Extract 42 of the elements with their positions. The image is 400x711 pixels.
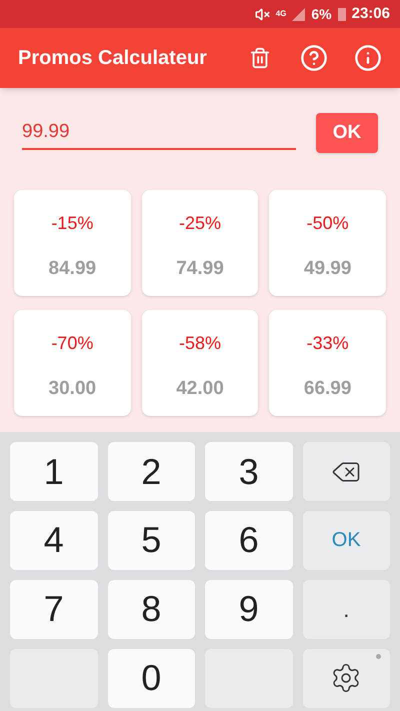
discounted-price: 66.99 [304,377,352,401]
discount-card[interactable]: -70% 30.00 [14,310,131,416]
discount-percent: -58% [178,332,221,355]
digit-key[interactable]: 1 [10,442,98,501]
price-field[interactable]: 99.99 [22,116,296,150]
discount-card[interactable]: -15% 84.99 [14,190,131,296]
digit-key[interactable]: 6 [205,510,292,570]
discount-percent: -50% [306,212,349,235]
app-title: Promos Calculateur [18,46,208,71]
discount-percent: -33% [306,332,349,355]
discount-percent: -15% [51,212,94,235]
digit-key[interactable]: 4 [10,510,98,570]
discount-card[interactable]: -50% 49.99 [269,190,386,296]
mute-icon [254,6,270,22]
discounted-price: 84.99 [48,257,96,281]
settings-key[interactable] [302,648,390,708]
discount-percent: -70% [51,332,94,355]
discount-card[interactable]: -25% 74.99 [142,190,258,296]
help-icon [300,44,328,72]
digit-key[interactable]: 7 [10,580,98,639]
discounted-price: 30.00 [48,377,96,401]
dot-key[interactable]: . [302,580,390,639]
digit-key[interactable]: 3 [205,442,292,501]
discount-card[interactable]: -33% 66.99 [269,310,386,416]
clock: 23:06 [352,4,390,24]
battery-icon [338,7,346,21]
signal-icon [292,8,306,20]
digit-key[interactable]: 8 [108,580,195,639]
digit-key[interactable]: 9 [205,580,292,639]
digit-key[interactable]: 2 [108,442,195,501]
discounted-price: 42.00 [176,377,224,401]
discount-card[interactable]: -58% 42.00 [142,310,258,416]
discount-percent: -25% [178,212,221,235]
info-icon [354,44,382,72]
trash-icon [249,47,271,69]
battery-level: 6% [311,4,332,24]
digit-key[interactable]: 5 [108,510,195,570]
digit-key[interactable]: 0 [108,648,195,708]
discounted-price: 49.99 [304,257,352,281]
network-type: 4G [276,8,286,20]
discounted-price: 74.99 [176,257,224,281]
backspace-key[interactable] [302,442,390,501]
